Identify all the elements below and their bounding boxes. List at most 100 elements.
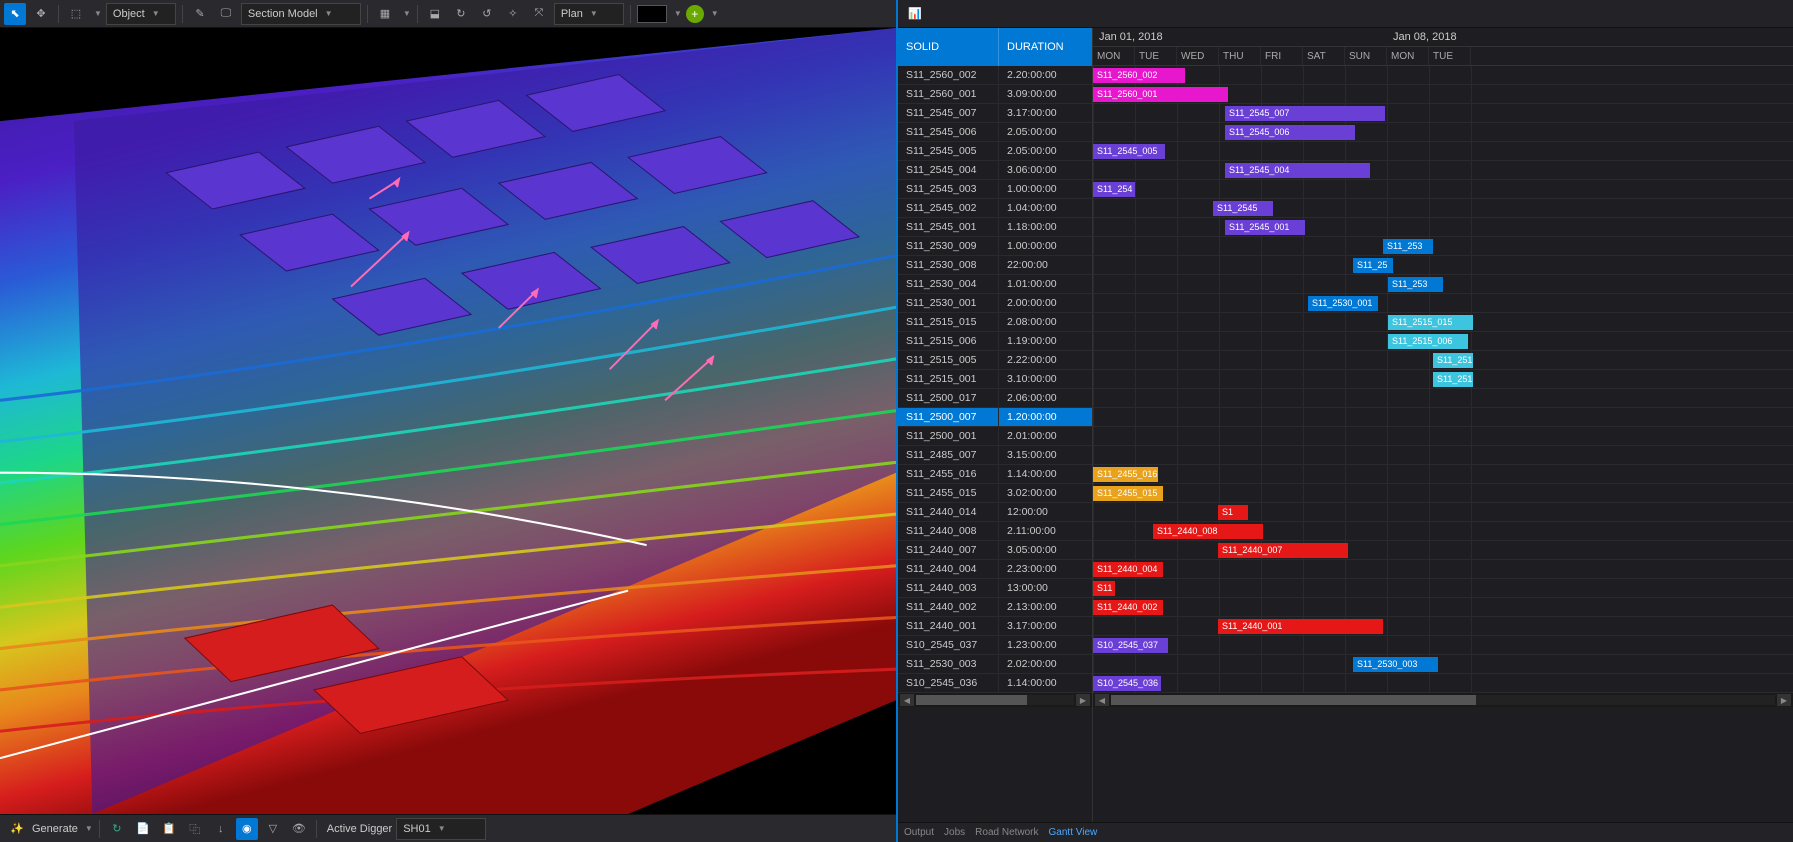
plan-dropdown[interactable]: Plan▼ bbox=[554, 3, 624, 25]
footer-tab-jobs[interactable]: Jobs bbox=[944, 827, 965, 838]
table-row[interactable]: S11_2440_00313:00:00 bbox=[898, 579, 1092, 598]
gantt-bar[interactable]: S11_254 bbox=[1093, 182, 1135, 197]
gantt-bar[interactable]: S11 bbox=[1093, 581, 1115, 596]
add-button[interactable]: + bbox=[686, 5, 704, 23]
table-row[interactable]: S11_2545_0021.04:00:00 bbox=[898, 199, 1092, 218]
table-row[interactable]: S10_2545_0361.14:00:00 bbox=[898, 674, 1092, 693]
table-row[interactable]: S11_2545_0031.00:00:00 bbox=[898, 180, 1092, 199]
table-row[interactable]: S11_2545_0011.18:00:00 bbox=[898, 218, 1092, 237]
table-row[interactable]: S11_2515_0052.22:00:00 bbox=[898, 351, 1092, 370]
gantt-bar[interactable]: S11_2530_001 bbox=[1308, 296, 1378, 311]
gantt-bar[interactable]: S11_2545_005 bbox=[1093, 144, 1165, 159]
color-swatch[interactable] bbox=[637, 5, 667, 23]
table-row[interactable]: S11_2440_0013.17:00:00 bbox=[898, 617, 1092, 636]
gantt-bar[interactable]: S11_2440_002 bbox=[1093, 600, 1163, 615]
table-row[interactable]: S11_2440_0073.05:00:00 bbox=[898, 541, 1092, 560]
table-row[interactable]: S11_2545_0043.06:00:00 bbox=[898, 161, 1092, 180]
filter-icon[interactable]: ▽ bbox=[262, 818, 284, 840]
table-row[interactable]: S11_2440_0022.13:00:00 bbox=[898, 598, 1092, 617]
table-row[interactable]: S11_2530_0041.01:00:00 bbox=[898, 275, 1092, 294]
table-row[interactable]: S11_2515_0152.08:00:00 bbox=[898, 313, 1092, 332]
table-row[interactable]: S11_2485_0073.15:00:00 bbox=[898, 446, 1092, 465]
gantt-bar[interactable]: S11_251 bbox=[1433, 353, 1473, 368]
gantt-bar[interactable]: S11_2545_007 bbox=[1225, 106, 1385, 121]
gantt-bar[interactable]: S11_2440_004 bbox=[1093, 562, 1163, 577]
gantt-hscroll[interactable]: ◀ ▶ bbox=[1093, 693, 1793, 707]
gantt-bar[interactable]: S10_2545_037 bbox=[1093, 638, 1168, 653]
gantt-bar[interactable]: S11_2545_001 bbox=[1225, 220, 1305, 235]
gantt-bar[interactable]: S11_2530_003 bbox=[1353, 657, 1438, 672]
active-digger-dropdown[interactable]: SH01▼ bbox=[396, 818, 486, 840]
column-header-duration[interactable]: DURATION bbox=[998, 28, 1092, 66]
gantt-bar[interactable]: S11_2515 bbox=[1433, 372, 1473, 387]
table-row[interactable]: S11_2515_0013.10:00:00 bbox=[898, 370, 1092, 389]
brush-icon[interactable]: ✎ bbox=[189, 3, 211, 25]
doc1-icon[interactable]: 📄 bbox=[132, 818, 154, 840]
gantt-bar[interactable]: S11_2545 bbox=[1213, 201, 1273, 216]
gantt-tool-icon[interactable]: 📊 bbox=[904, 3, 926, 25]
footer-tab-gantt-view[interactable]: Gantt View bbox=[1049, 827, 1098, 838]
select-tool[interactable]: ⬉ bbox=[4, 3, 26, 25]
gantt-chart[interactable]: Jan 01, 2018 Jan 08, 2018 MONTUEWEDTHUFR… bbox=[1093, 28, 1793, 822]
rotate2-icon[interactable]: ↺ bbox=[476, 3, 498, 25]
table-row[interactable]: S10_2545_0371.23:00:00 bbox=[898, 636, 1092, 655]
gantt-bar[interactable]: S10_2545_036 bbox=[1093, 676, 1161, 691]
table-row[interactable]: S11_2545_0073.17:00:00 bbox=[898, 104, 1092, 123]
table-row[interactable]: S11_2440_01412:00:00 bbox=[898, 503, 1092, 522]
gantt-bar[interactable]: S11_2545_006 bbox=[1225, 125, 1355, 140]
gantt-bar[interactable]: S11_2560_001 bbox=[1093, 87, 1228, 102]
table-row[interactable]: S11_2455_0153.02:00:00 bbox=[898, 484, 1092, 503]
wand-icon[interactable]: ✨ bbox=[6, 818, 28, 840]
gantt-bar[interactable]: S11_25 bbox=[1353, 258, 1393, 273]
gantt-bar[interactable]: S11_2515_015 bbox=[1388, 315, 1473, 330]
table-row[interactable]: S11_2530_0091.00:00:00 bbox=[898, 237, 1092, 256]
generate-button[interactable]: Generate bbox=[32, 823, 78, 835]
refresh-icon[interactable]: ↻ bbox=[106, 818, 128, 840]
table-row[interactable]: S11_2545_0052.05:00:00 bbox=[898, 142, 1092, 161]
table-row[interactable]: S11_2560_0022.20:00:00 bbox=[898, 66, 1092, 85]
footer-tab-output[interactable]: Output bbox=[904, 827, 934, 838]
gantt-bar[interactable]: S11_2440_007 bbox=[1218, 543, 1348, 558]
table-hscroll[interactable]: ◀ ▶ bbox=[898, 693, 1092, 707]
toggle-icon[interactable]: ◉ bbox=[236, 818, 258, 840]
table-row[interactable]: S11_2500_0172.06:00:00 bbox=[898, 389, 1092, 408]
gantt-bar[interactable]: S11_2440_008 bbox=[1153, 524, 1263, 539]
target-icon[interactable]: ✧ bbox=[502, 3, 524, 25]
table-row[interactable]: S11_2515_0061.19:00:00 bbox=[898, 332, 1092, 351]
visibility-icon[interactable]: 👁 bbox=[288, 818, 310, 840]
gantt-bar[interactable]: S11_2560_002 bbox=[1093, 68, 1185, 83]
table-row[interactable]: S11_2440_0042.23:00:00 bbox=[898, 560, 1092, 579]
table-row[interactable]: S11_2500_0012.01:00:00 bbox=[898, 427, 1092, 446]
column-header-solid[interactable]: SOLID bbox=[898, 28, 998, 66]
gantt-bar[interactable]: S11_2440_001 bbox=[1218, 619, 1383, 634]
gantt-bar[interactable]: S11_253 bbox=[1388, 277, 1443, 292]
move-tool[interactable]: ✥ bbox=[30, 3, 52, 25]
axis-icon[interactable]: ⤧ bbox=[528, 3, 550, 25]
monitor-icon[interactable]: 🖵 bbox=[215, 3, 237, 25]
table-row[interactable]: S11_2530_0012.00:00:00 bbox=[898, 294, 1092, 313]
arrow-down-icon[interactable]: ↓ bbox=[210, 818, 232, 840]
table-row[interactable]: S11_2455_0161.14:00:00 bbox=[898, 465, 1092, 484]
table-row[interactable]: S11_2440_0082.11:00:00 bbox=[898, 522, 1092, 541]
layers-icon[interactable]: ⬓ bbox=[424, 3, 446, 25]
table-row[interactable]: S11_2560_0013.09:00:00 bbox=[898, 85, 1092, 104]
gantt-bar[interactable]: S11_2545_004 bbox=[1225, 163, 1370, 178]
doc2-icon[interactable]: 📋 bbox=[158, 818, 180, 840]
grid-icon[interactable]: ▦ bbox=[374, 3, 396, 25]
table-row[interactable]: S11_2530_00822:00:00 bbox=[898, 256, 1092, 275]
copy-icon[interactable]: ⿻ bbox=[184, 818, 206, 840]
table-row[interactable]: S11_2500_0071.20:00:00 bbox=[898, 408, 1092, 427]
gantt-bar[interactable]: S11_253 bbox=[1383, 239, 1433, 254]
section-model-dropdown[interactable]: Section Model▼ bbox=[241, 3, 361, 25]
selection-mode-icon[interactable]: ⬚ bbox=[65, 3, 87, 25]
gantt-bar[interactable]: S1 bbox=[1218, 505, 1248, 520]
table-row[interactable]: S11_2530_0032.02:00:00 bbox=[898, 655, 1092, 674]
footer-tab-road-network[interactable]: Road Network bbox=[975, 827, 1038, 838]
rotate-icon[interactable]: ↻ bbox=[450, 3, 472, 25]
object-dropdown[interactable]: Object▼ bbox=[106, 3, 176, 25]
gantt-bar[interactable]: S11_2455_015 bbox=[1093, 486, 1163, 501]
gantt-bar[interactable]: S11_2515_006 bbox=[1388, 334, 1468, 349]
gantt-bar[interactable]: S11_2455_016 bbox=[1093, 467, 1158, 482]
table-row[interactable]: S11_2545_0062.05:00:00 bbox=[898, 123, 1092, 142]
3d-viewport[interactable] bbox=[0, 28, 896, 814]
